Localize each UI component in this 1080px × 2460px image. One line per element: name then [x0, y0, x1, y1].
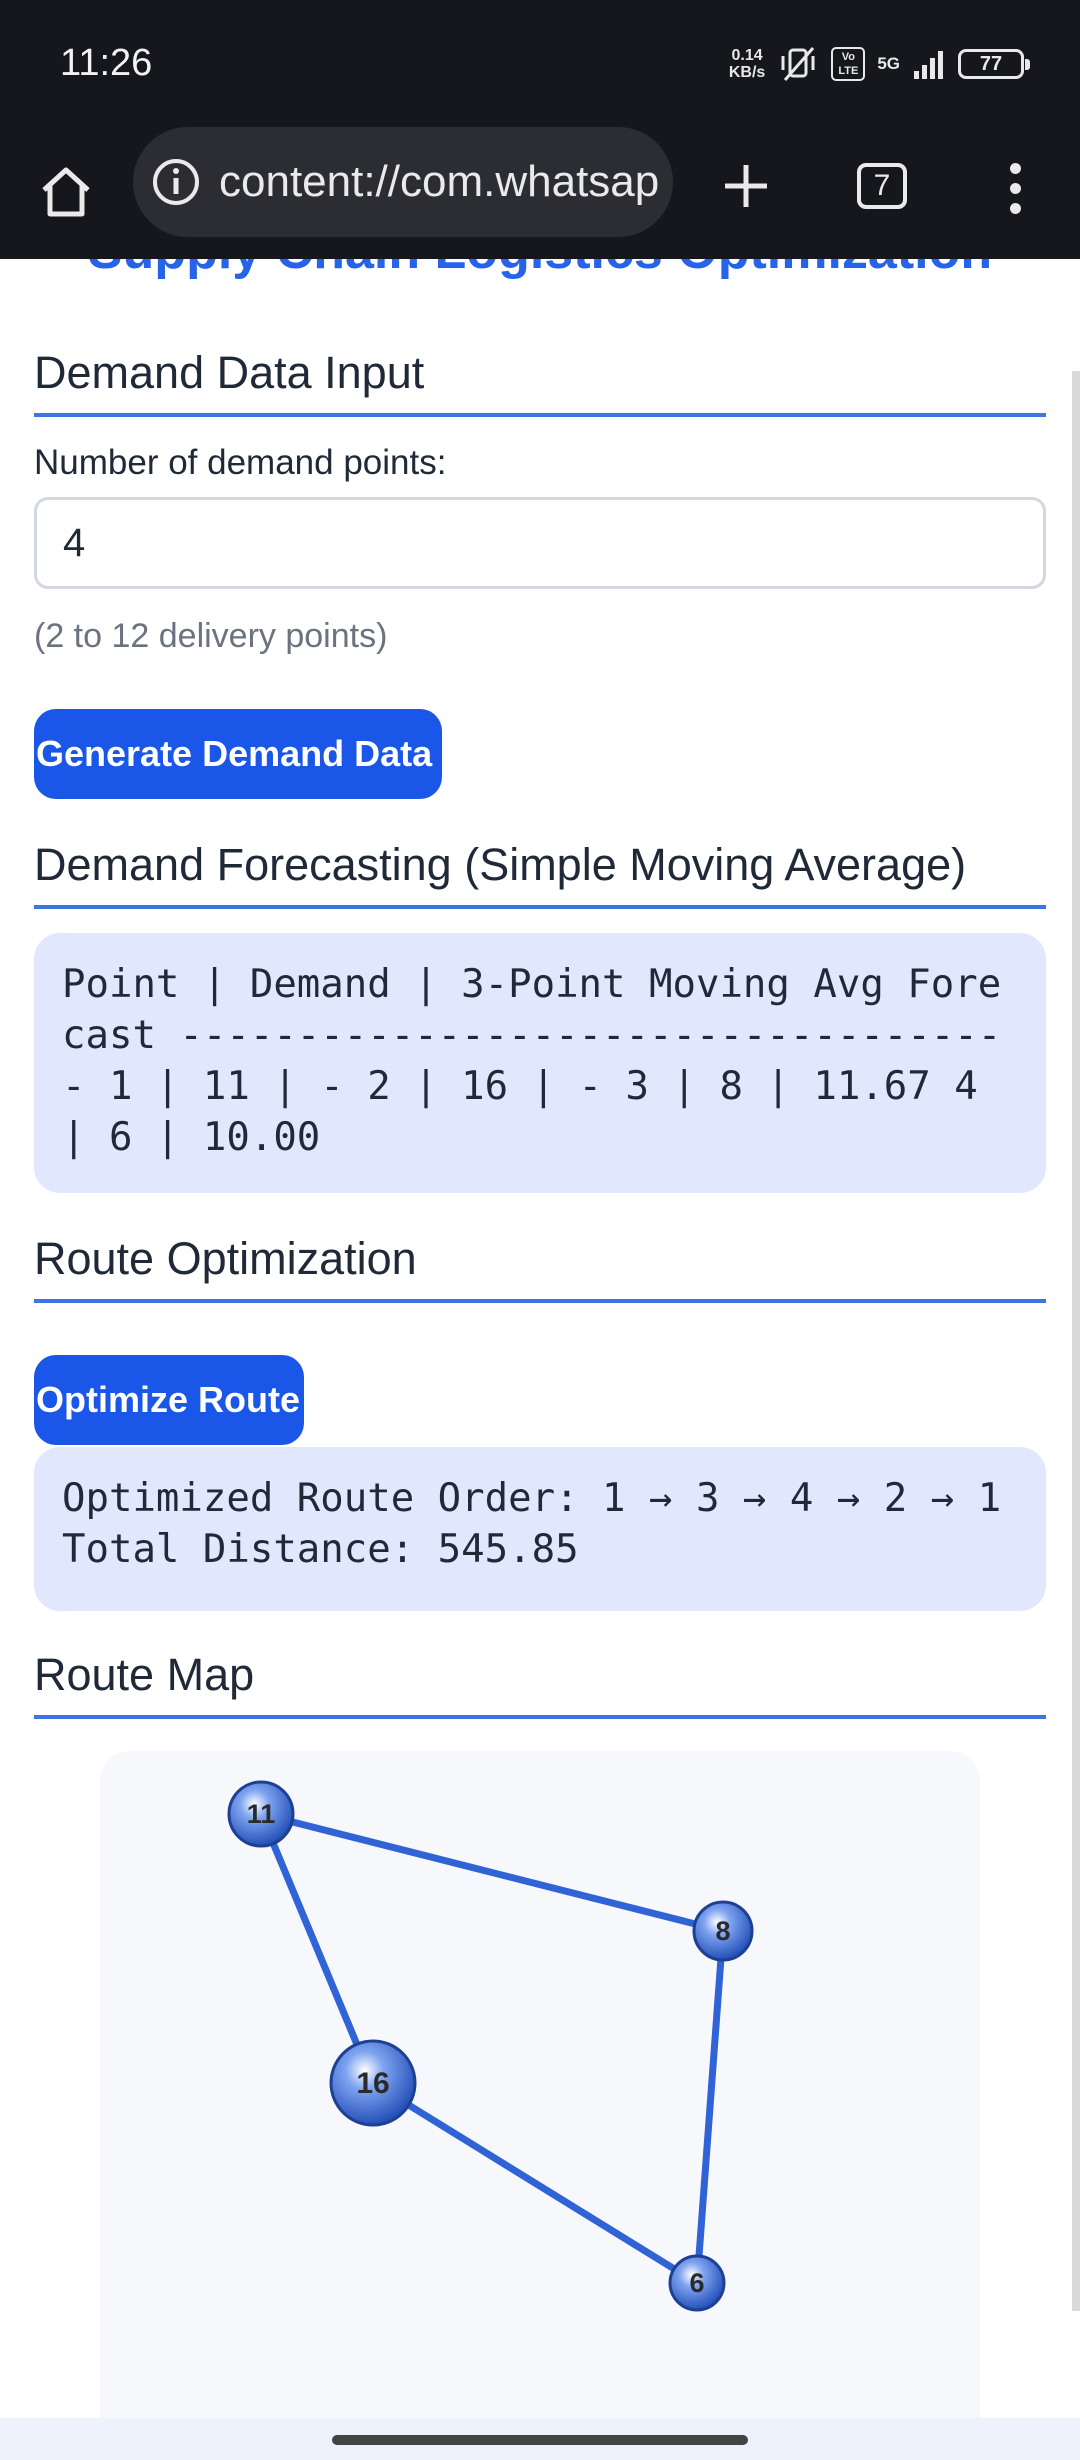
more-icon-dot — [1009, 182, 1021, 194]
map-node-label: 6 — [689, 2268, 704, 2298]
signal-icon — [914, 51, 943, 79]
points-hint: (2 to 12 delivery points) — [34, 617, 388, 655]
map-node: 16 — [329, 2039, 417, 2127]
route-edge — [257, 1812, 377, 2085]
route-map-heading: Route Map — [34, 1649, 1046, 1719]
new-tab-button[interactable] — [710, 150, 782, 222]
scrollbar[interactable] — [1072, 371, 1080, 2311]
route-map-canvas: 11 8 16 6 — [227, 1780, 754, 2312]
menu-button[interactable] — [990, 148, 1040, 228]
forecast-heading: Demand Forecasting (Simple Moving Averag… — [34, 839, 1046, 909]
route-edges — [257, 1810, 727, 2286]
map-node: 6 — [668, 2254, 726, 2312]
plus-icon — [725, 165, 767, 207]
route-output: Optimized Route Order: 1 → 3 → 4 → 2 → 1… — [34, 1447, 1046, 1611]
route-edge — [260, 1810, 724, 1935]
info-icon[interactable] — [151, 157, 201, 207]
generate-demand-button[interactable]: Generate Demand Data — [34, 709, 442, 799]
browser-toolbar: content://com.whatsapp 7 — [0, 126, 1080, 259]
optimize-route-button[interactable]: Optimize Route — [34, 1355, 304, 1445]
map-node-label: 8 — [715, 1916, 730, 1946]
status-icons: 0.14 KB/s Vo LTE 5G 77 — [728, 44, 1030, 84]
status-bar: 11:26 0.14 KB/s Vo LTE 5G 77 — [0, 0, 1080, 126]
map-node: 11 — [227, 1780, 295, 1848]
url-text[interactable]: content://com.whatsapp — [219, 153, 659, 211]
volte-badge: Vo LTE — [831, 47, 866, 81]
address-bar[interactable]: content://com.whatsapp — [133, 127, 673, 237]
home-button[interactable] — [30, 156, 102, 228]
map-node-label: 16 — [356, 2067, 389, 2100]
tab-count: 7 — [857, 163, 907, 209]
more-icon-dot — [1009, 202, 1021, 214]
home-icon — [42, 167, 90, 217]
page-title: Supply Chain Logistics Optimization — [0, 259, 1080, 281]
forecast-output: Point | Demand | 3-Point Moving Avg Fore… — [34, 933, 1046, 1193]
points-label: Number of demand points: — [34, 443, 447, 482]
battery-icon: 77 — [958, 49, 1030, 79]
tab-switcher-button[interactable]: 7 — [850, 154, 914, 218]
demand-input-heading: Demand Data Input — [34, 347, 1046, 417]
map-node-label: 11 — [247, 1799, 276, 1829]
route-edge — [693, 1930, 727, 2284]
route-map: 11 8 16 6 — [100, 1751, 980, 2460]
route-heading: Route Optimization — [34, 1233, 1046, 1303]
page-content: Supply Chain Logistics Optimization Dema… — [0, 259, 1080, 2460]
points-input[interactable]: 4 — [34, 497, 1046, 589]
network-type: 5G — [877, 54, 900, 73]
gesture-handle[interactable] — [332, 2435, 748, 2445]
vibrate-icon — [781, 47, 815, 81]
network-speed: 0.14 KB/s — [728, 47, 766, 81]
map-node: 8 — [692, 1900, 754, 1962]
status-time: 11:26 — [60, 42, 153, 84]
more-icon-dot — [1009, 162, 1021, 174]
route-edge — [371, 2080, 699, 2286]
